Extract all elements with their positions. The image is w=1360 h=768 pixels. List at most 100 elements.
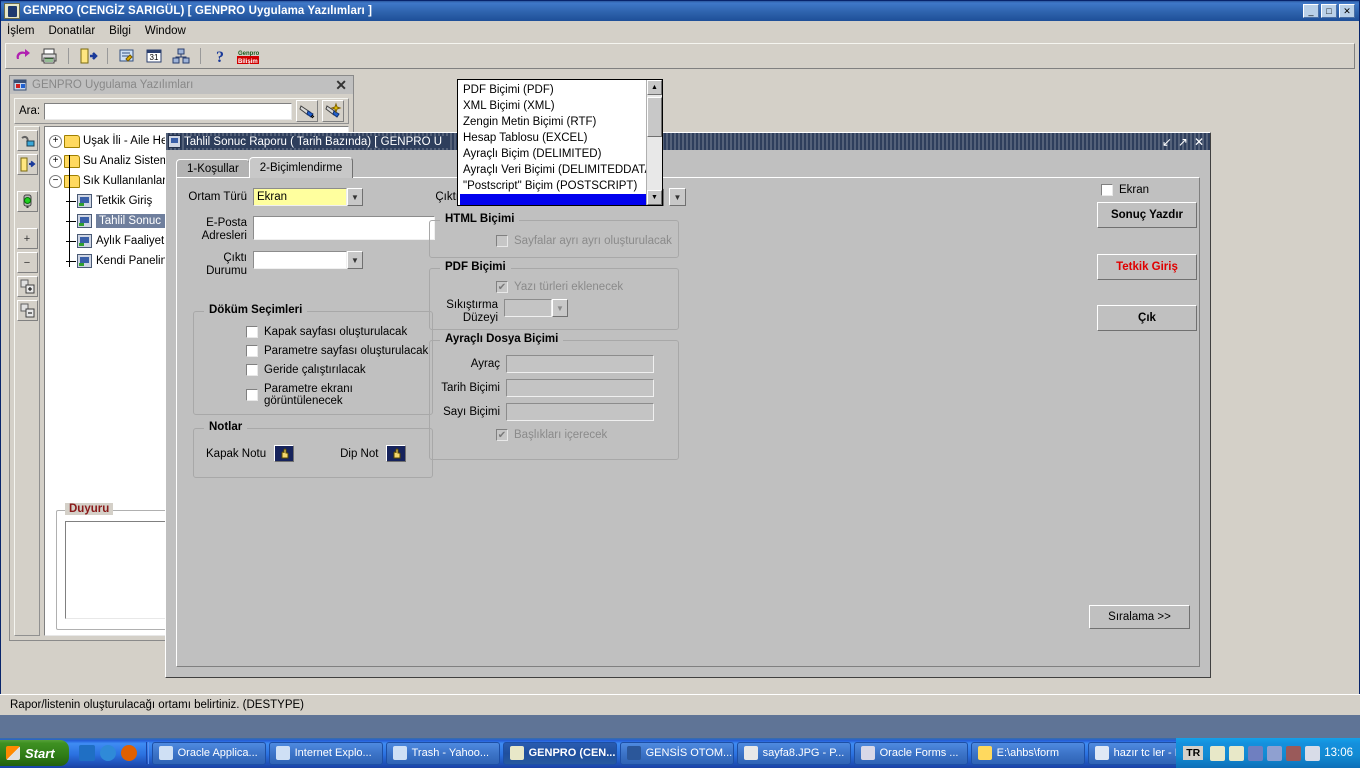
maximize-icon[interactable]: ↗ bbox=[1178, 135, 1188, 149]
network-icon[interactable] bbox=[171, 46, 191, 66]
chevron-down-icon[interactable]: ▼ bbox=[347, 251, 363, 269]
footer-note-button[interactable] bbox=[386, 445, 407, 462]
scrollbar-track[interactable] bbox=[647, 95, 662, 190]
connect-icon[interactable] bbox=[16, 130, 38, 151]
expander-icon[interactable]: + bbox=[49, 154, 62, 168]
task-button-oracle-forms[interactable]: Oracle Forms ... bbox=[853, 741, 968, 765]
print-icon[interactable] bbox=[39, 46, 59, 66]
traffic-light-icon[interactable] bbox=[16, 191, 38, 212]
report-dialog-titlebar[interactable]: Tahlil Sonuc Raporu ( Tarih Bazında) [ G… bbox=[166, 133, 1210, 150]
genpro-bilisim-logo[interactable]: Genpro Bilişim bbox=[237, 46, 260, 66]
task-button-ahbs-form-folder[interactable]: E:\ahbs\form bbox=[970, 741, 1085, 765]
expander-icon[interactable]: + bbox=[49, 134, 62, 148]
menu-item-donatilar[interactable]: Donatılar bbox=[48, 25, 95, 37]
checkbox-box[interactable] bbox=[246, 326, 258, 338]
scroll-down-icon[interactable]: ▼ bbox=[647, 190, 662, 205]
task-button-internet-explorer[interactable]: Internet Explo... bbox=[268, 741, 383, 765]
task-button-gensis-otom[interactable]: GENSİS OTOM... bbox=[619, 741, 734, 765]
checkbox-box[interactable] bbox=[246, 345, 258, 357]
undo-icon[interactable] bbox=[12, 46, 32, 66]
sort-button[interactable]: Sıralama >> bbox=[1089, 605, 1190, 629]
output-status-value[interactable] bbox=[253, 251, 347, 269]
scrollbar-thumb[interactable] bbox=[647, 97, 662, 137]
calendar-icon[interactable]: 31 bbox=[144, 46, 164, 66]
list-of-values-icon[interactable]: ▼ bbox=[669, 188, 686, 206]
number-format-input bbox=[506, 403, 654, 421]
dropdown-item-pdf[interactable]: PDF Biçimi (PDF) bbox=[460, 82, 646, 98]
dropdown-item-postscript[interactable]: "Postscript" Biçim (POSTSCRIPT) bbox=[460, 178, 646, 194]
collapse-all-icon[interactable] bbox=[16, 300, 38, 321]
internet-explorer-icon[interactable] bbox=[99, 745, 116, 761]
checkbox-parametre-ekrani[interactable]: Parametre ekranı görüntülenecek bbox=[246, 383, 432, 407]
expand-all-icon[interactable] bbox=[16, 276, 38, 297]
menu-item-window[interactable]: Window bbox=[145, 25, 186, 37]
dropdown-item-xml[interactable]: XML Biçimi (XML) bbox=[460, 98, 646, 114]
minimize-button[interactable]: _ bbox=[1303, 4, 1319, 18]
search-input[interactable] bbox=[44, 102, 292, 120]
genpro-applications-titlebar[interactable]: GENPRO Uygulama Yazılımları ✕ bbox=[10, 76, 353, 94]
clock[interactable]: 13:06 bbox=[1324, 747, 1353, 759]
close-icon[interactable]: ✕ bbox=[1194, 135, 1204, 149]
output-status-combo[interactable]: ▼ bbox=[253, 251, 363, 269]
main-titlebar[interactable]: GENPRO (CENGİZ SARIGÜL) [ GENPRO Uygulam… bbox=[1, 1, 1359, 21]
checkbox-geride-calistirilacak[interactable]: Geride çalıştırılacak bbox=[246, 364, 432, 376]
task-button-sayfa8-jpg[interactable]: sayfa8.JPG - P... bbox=[736, 741, 851, 765]
number-format-label: Sayı Biçimi bbox=[443, 406, 500, 418]
email-addresses-input[interactable] bbox=[253, 216, 435, 240]
collapse-minus-icon[interactable]: − bbox=[16, 252, 38, 273]
media-type-value[interactable]: Ekran bbox=[253, 188, 347, 206]
find-next-icon[interactable] bbox=[322, 100, 344, 122]
chevron-down-icon[interactable]: ▼ bbox=[347, 188, 363, 206]
checkbox-parametre-sayfasi[interactable]: Parametre sayfası oluşturulacak bbox=[246, 345, 432, 357]
task-button-trash-yahoo[interactable]: Trash - Yahoo... bbox=[385, 741, 500, 765]
task-button-oracle-applications[interactable]: Oracle Applica... bbox=[151, 741, 266, 765]
tetkik-giris-button[interactable]: Tetkik Giriş bbox=[1097, 254, 1197, 280]
restore-down-icon[interactable]: ↙ bbox=[1162, 135, 1172, 149]
java-icon[interactable] bbox=[1210, 745, 1226, 761]
help-icon[interactable]: ? bbox=[210, 46, 230, 66]
java-icon[interactable] bbox=[1229, 745, 1245, 761]
notes-legend: Notlar bbox=[204, 421, 248, 433]
language-indicator[interactable]: TR bbox=[1183, 746, 1204, 760]
dropdown-item-delimiteddata[interactable]: Ayraçlı Veri Biçimi (DELIMITEDDATA) bbox=[460, 162, 646, 178]
scroll-up-icon[interactable]: ▲ bbox=[647, 80, 662, 95]
start-button[interactable]: Start bbox=[0, 740, 69, 766]
maximize-button[interactable]: □ bbox=[1321, 4, 1337, 18]
print-result-button[interactable]: Sonuç Yazdır bbox=[1097, 202, 1197, 228]
dropdown-scrollbar[interactable]: ▲ ▼ bbox=[646, 80, 662, 205]
dropdown-item-excel[interactable]: Hesap Tablosu (EXCEL) bbox=[460, 130, 646, 146]
dropdown-item-delimited[interactable]: Ayraçlı Biçim (DELIMITED) bbox=[460, 146, 646, 162]
expand-plus-icon[interactable]: + bbox=[16, 228, 38, 249]
tab-bicimlendirme[interactable]: 2-Biçimlendirme bbox=[248, 157, 354, 178]
task-button-hazir-tc-ler[interactable]: hazır tc ler - N... bbox=[1087, 741, 1177, 765]
outlook-icon[interactable] bbox=[78, 745, 95, 761]
checkbox-box[interactable] bbox=[246, 389, 258, 401]
volume-icon[interactable] bbox=[1305, 745, 1321, 761]
exit-door-icon[interactable] bbox=[16, 154, 38, 175]
cover-note-button[interactable] bbox=[274, 445, 295, 462]
close-button[interactable]: ✕ bbox=[1339, 4, 1355, 18]
output-format-dropdown-list[interactable]: PDF Biçimi (PDF) XML Biçimi (XML) Zengin… bbox=[457, 79, 663, 206]
exit-button[interactable]: Çık bbox=[1097, 305, 1197, 331]
edit-form-icon[interactable] bbox=[117, 46, 137, 66]
checkbox-box[interactable] bbox=[1101, 184, 1113, 196]
dropdown-item-selected[interactable] bbox=[460, 194, 646, 205]
task-button-genpro[interactable]: GENPRO (CEN... bbox=[502, 741, 617, 765]
tab-kosullar[interactable]: 1-Koşullar bbox=[176, 159, 250, 178]
find-icon[interactable] bbox=[296, 100, 318, 122]
checkbox-ekran[interactable]: Ekran bbox=[1101, 184, 1197, 196]
volume-muted-icon[interactable] bbox=[1286, 745, 1302, 761]
start-button-label: Start bbox=[25, 745, 55, 761]
firefox-icon[interactable] bbox=[120, 745, 137, 761]
media-type-combo[interactable]: Ekran ▼ bbox=[253, 188, 363, 206]
usb-icon[interactable] bbox=[1267, 745, 1283, 761]
dropdown-item-rtf[interactable]: Zengin Metin Biçimi (RTF) bbox=[460, 114, 646, 130]
menu-item-bilgi[interactable]: Bilgi bbox=[109, 25, 131, 37]
network-icon[interactable] bbox=[1248, 745, 1264, 761]
checkbox-kapak-sayfasi[interactable]: Kapak sayfası oluşturulacak bbox=[246, 326, 432, 338]
exit-door-icon[interactable] bbox=[78, 46, 98, 66]
menu-item-islem[interactable]: İşlem bbox=[7, 25, 34, 37]
expander-icon[interactable]: − bbox=[49, 174, 62, 188]
checkbox-box[interactable] bbox=[246, 364, 258, 376]
close-icon[interactable]: ✕ bbox=[335, 78, 350, 92]
